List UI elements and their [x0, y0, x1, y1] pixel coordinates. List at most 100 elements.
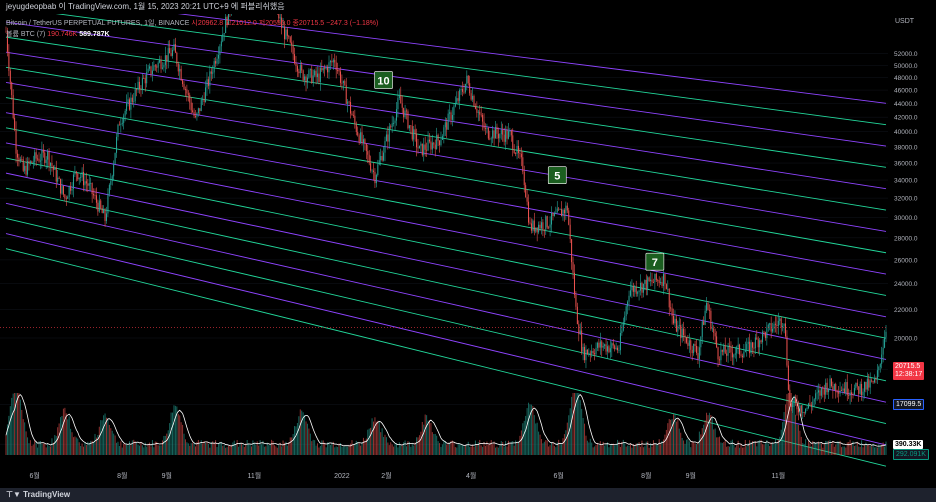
- candle-body: [156, 66, 158, 68]
- candle-body: [701, 321, 703, 337]
- candle-body: [436, 134, 438, 150]
- volume-bar: [374, 417, 376, 455]
- candle-body: [753, 347, 755, 349]
- volume-bar: [776, 443, 778, 455]
- candle-body: [151, 70, 153, 75]
- candle-body: [173, 44, 175, 50]
- volume-bar: [555, 447, 557, 455]
- candle-body: [683, 328, 685, 336]
- candle-body: [736, 347, 738, 354]
- volume-bar: [289, 437, 291, 455]
- volume-bar: [12, 393, 14, 455]
- volume-bar: [624, 443, 626, 455]
- candle-body: [525, 185, 527, 198]
- candle-body: [809, 403, 811, 405]
- candle-body: [885, 331, 887, 338]
- volume-bar: [34, 439, 36, 455]
- candle-body: [64, 194, 66, 199]
- last-price-value: 20715.5: [895, 363, 921, 370]
- y-tick-label: 24000.0: [894, 281, 918, 288]
- candle-body: [813, 399, 815, 402]
- candle-body: [55, 167, 57, 182]
- candle-body: [730, 346, 732, 353]
- volume-bar: [296, 423, 298, 455]
- candle-body: [430, 141, 432, 150]
- volume-bar: [55, 436, 57, 455]
- candle-body: [723, 345, 725, 352]
- candle-body: [400, 95, 402, 104]
- time-axis: 6월 8월 9월 11월 2022 2월 4월 6월 8월 9월 11월: [30, 471, 786, 480]
- volume-bar: [684, 443, 686, 455]
- candle-body: [553, 213, 555, 217]
- volume-bar: [586, 440, 588, 455]
- candle-body: [658, 280, 660, 283]
- candle-body: [662, 273, 664, 287]
- volume-bar: [835, 444, 837, 455]
- y-tick-label: 32000.0: [894, 196, 918, 203]
- candle-body: [627, 301, 629, 307]
- candle-body: [480, 114, 482, 116]
- volume-bar: [697, 442, 699, 455]
- volume-bar: [329, 444, 331, 455]
- volume-bar: [535, 423, 537, 455]
- channel-line: [55, 14, 887, 126]
- candle-body: [572, 262, 574, 273]
- volume-bar: [503, 446, 505, 455]
- candle-body: [612, 343, 614, 346]
- candle-body: [209, 71, 211, 86]
- volume-bar: [710, 415, 712, 455]
- candle-body: [694, 343, 696, 346]
- volume-bar: [406, 446, 408, 455]
- volume-bar: [609, 445, 611, 455]
- candlestick-chart[interactable]: 1057 14000.016000.018000.020000.022000.0…: [0, 14, 936, 488]
- candle-body: [383, 152, 385, 161]
- volume-bar: [581, 408, 583, 455]
- candle-body: [763, 331, 765, 333]
- volume-bar: [678, 428, 680, 455]
- volume-bar: [805, 439, 807, 455]
- volume-bar: [513, 445, 515, 455]
- volume-bar: [431, 432, 433, 455]
- volume-bar: [665, 429, 667, 455]
- volume-bar: [390, 442, 392, 455]
- candle-body: [571, 239, 573, 263]
- y-tick-label: 34000.0: [894, 178, 918, 185]
- candle-body: [312, 75, 314, 83]
- volume-bar: [809, 443, 811, 455]
- volume-bar: [345, 446, 347, 455]
- candle-body: [48, 151, 50, 166]
- volume-bar: [492, 444, 494, 455]
- candle-body: [868, 378, 870, 388]
- candle-body: [756, 337, 758, 340]
- candle-body: [338, 70, 340, 72]
- volume-bar: [741, 447, 743, 455]
- volume-bar: [558, 439, 560, 455]
- volume-bar: [134, 441, 136, 455]
- candle-body: [176, 52, 178, 64]
- candle-body: [8, 51, 10, 71]
- volume-bar: [670, 419, 672, 455]
- volume-bar: [258, 445, 260, 455]
- tradingview-logo[interactable]: ⊤▼ TradingView: [0, 490, 70, 499]
- candle-body: [294, 54, 296, 64]
- volume-bar: [879, 445, 881, 455]
- candle-body: [733, 354, 735, 358]
- candle-body: [317, 73, 319, 77]
- candle-body: [332, 59, 334, 63]
- candle-body: [619, 333, 621, 351]
- candle-body: [513, 149, 515, 154]
- candle-body: [704, 310, 706, 325]
- volume-value-1: 190.746K: [47, 31, 78, 38]
- volume-bar: [278, 444, 280, 455]
- candle-body: [555, 212, 557, 214]
- candle-body: [819, 390, 821, 396]
- volume-bar: [733, 445, 735, 455]
- volume-bar: [394, 444, 396, 455]
- volume-bar: [268, 445, 270, 455]
- volume-bar: [342, 446, 344, 455]
- candle-body: [45, 159, 47, 163]
- candle-body: [556, 208, 558, 213]
- candle-body: [406, 110, 408, 112]
- candle-body: [543, 229, 545, 231]
- candle-body: [849, 392, 851, 396]
